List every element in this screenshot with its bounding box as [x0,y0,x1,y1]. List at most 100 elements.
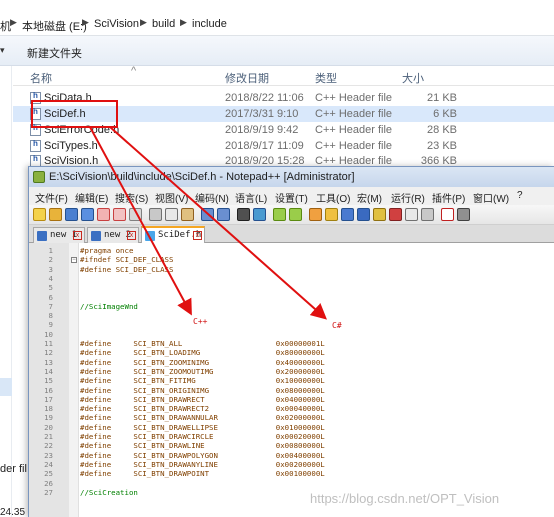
breadcrumb-drive[interactable]: 本地磁盘 (E:) [22,18,87,34]
undo-icon[interactable] [201,208,214,221]
code-line[interactable]: 23 #define SCI_BTN_DRAWPOLYGON 0x00400000… [29,451,554,460]
close-icon[interactable] [97,208,110,221]
code-line[interactable]: 2 #ifndef SCI_DEF_CLASS [29,255,554,264]
code-line[interactable]: 6 [29,293,554,302]
save-all-icon[interactable] [81,208,94,221]
menu-plugins[interactable]: 插件(P) [432,190,465,205]
code-line[interactable]: 12 #define SCI_BTN_LOADIMG 0x80000000L [29,348,554,357]
code-line[interactable]: 13 #define SCI_BTN_ZOOMINIMG 0x40000000L [29,358,554,367]
code-line[interactable]: 17 #define SCI_BTN_DRAWRECT 0x04000000L [29,395,554,404]
replace-icon[interactable] [253,208,266,221]
stop-macro-icon[interactable] [457,208,470,221]
close-icon[interactable]: x [193,231,202,240]
code-line[interactable]: 10 [29,330,554,339]
dropdown-arrow-icon[interactable]: ▾ [0,45,5,56]
menu-macro[interactable]: 宏(M) [357,190,382,205]
new-folder-button[interactable]: 新建文件夹 [19,42,90,61]
menu-window[interactable]: 窗口(W) [473,190,509,205]
code-line[interactable]: 16 #define SCI_BTN_ORIGINIMG 0x08000000L [29,386,554,395]
code-line[interactable]: 25 #define SCI_BTN_DRAWPOINT 0x00100000L [29,469,554,478]
code-line[interactable]: 20 #define SCI_BTN_DRAWELLIPSE 0x01000000… [29,423,554,432]
code-line[interactable]: 21 #define SCI_BTN_DRAWCIRCLE 0x00020000L [29,432,554,441]
code-line[interactable]: 7 //SciImageWnd [29,302,554,311]
close-icon[interactable]: x [127,231,136,240]
column-header-modified[interactable]: 修改日期 [225,70,269,86]
menu-settings[interactable]: 设置(T) [275,190,308,205]
code-line[interactable]: 22 #define SCI_BTN_DRAWLINE 0x00800000L [29,441,554,450]
column-header-name[interactable]: 名称 [30,70,52,86]
file-type: C++ Header file [315,108,393,120]
indent-guide-icon[interactable] [357,208,370,221]
tab-scidef[interactable]: SciDef.h x [141,226,205,243]
find-icon[interactable] [237,208,250,221]
menu-file[interactable]: 文件(F) [35,190,68,205]
fold-toggle-icon[interactable]: − [71,256,77,263]
code-editor[interactable]: 1 #pragma once 2 #ifndef SCI_DEF_CLASS − 3 #de… [29,243,554,517]
notepad-app-icon [33,171,45,183]
cut-icon[interactable] [149,208,162,221]
file-row[interactable]: SciTypes.h 2018/9/17 11:09 C++ Header fi… [13,138,554,154]
menu-run[interactable]: 运行(R) [391,190,425,205]
code-line[interactable]: 14 #define SCI_BTN_ZOOMOUTIMG 0x20000000L [29,367,554,376]
save-icon[interactable] [65,208,78,221]
open-file-icon[interactable] [49,208,62,221]
record-macro-icon[interactable] [441,208,454,221]
wrap-icon[interactable] [325,208,338,221]
code-line[interactable]: 8 [29,311,554,320]
code-line[interactable]: 26 [29,479,554,488]
new-file-icon[interactable] [33,208,46,221]
close-all-icon[interactable] [113,208,126,221]
doc-map-icon[interactable] [373,208,386,221]
column-header-size[interactable]: 大小 [402,70,424,86]
zoom-in-icon[interactable] [273,208,286,221]
monitor-icon[interactable] [421,208,434,221]
line-number: 2 [48,255,53,265]
code-line[interactable]: 5 [29,283,554,292]
tab-new-2[interactable]: new 2 x [87,227,139,243]
chevron-right-icon[interactable]: ▶ [82,17,89,28]
chevron-right-icon[interactable]: ▶ [180,17,187,28]
csharp-annotation: C# [332,321,342,330]
nav-pane-selected-item[interactable] [0,378,12,396]
code-line[interactable]: 1 #pragma once [29,246,554,255]
line-number: 3 [48,264,53,274]
function-list-icon[interactable] [389,208,402,221]
chevron-right-icon[interactable]: ▶ [10,17,17,28]
menu-search[interactable]: 搜索(S) [115,190,148,205]
code-line[interactable]: 11 #define SCI_BTN_ALL 0x00000001L [29,339,554,348]
print-icon[interactable] [129,208,142,221]
show-all-chars-icon[interactable] [341,208,354,221]
code-line[interactable]: 19 #define SCI_BTN_DRAWANNULAR 0x02000000… [29,413,554,422]
zoom-out-icon[interactable] [289,208,302,221]
code-line[interactable]: 24 #define SCI_BTN_DRAWANYLINE 0x00200000… [29,460,554,469]
line-number: 14 [44,366,53,376]
redo-icon[interactable] [217,208,230,221]
code-line[interactable]: 15 #define SCI_BTN_FITIMG 0x10000000L [29,376,554,385]
address-bar[interactable]: 机 ▶ 本地磁盘 (E:) ▶ SciVision ▶ build ▶ incl… [0,14,554,36]
menu-language[interactable]: 语言(L) [235,190,267,205]
folder-workspace-icon[interactable] [405,208,418,221]
line-number: 25 [44,469,53,479]
breadcrumb-build[interactable]: build [152,18,175,30]
menu-help[interactable]: ? [517,190,523,201]
close-icon[interactable]: x [73,231,82,240]
copy-icon[interactable] [165,208,178,221]
paste-icon[interactable] [181,208,194,221]
breadcrumb-include[interactable]: include [192,18,227,30]
tab-new-1[interactable]: new 1 x [33,227,85,243]
sync-scroll-icon[interactable] [309,208,322,221]
window-title-bar[interactable]: E:\SciVision\build\include\SciDef.h - No… [29,167,554,187]
code-line[interactable]: 18 #define SCI_BTN_DRAWRECT2 0x00040000L [29,404,554,413]
line-number: 15 [44,376,53,386]
menu-view[interactable]: 视图(V) [155,190,188,205]
menu-edit[interactable]: 编辑(E) [75,190,108,205]
code-line[interactable]: 4 [29,274,554,283]
chevron-right-icon[interactable]: ▶ [140,17,147,28]
breadcrumb-scivision[interactable]: SciVision [94,18,139,30]
column-header-type[interactable]: 类型 [315,70,337,86]
menu-encoding[interactable]: 编码(N) [195,190,229,205]
code-line[interactable]: 9 [29,320,554,329]
menu-tools[interactable]: 工具(O) [316,190,350,205]
navigation-pane[interactable] [0,66,12,517]
code-line[interactable]: 3 #define SCI_DEF_CLASS [29,265,554,274]
